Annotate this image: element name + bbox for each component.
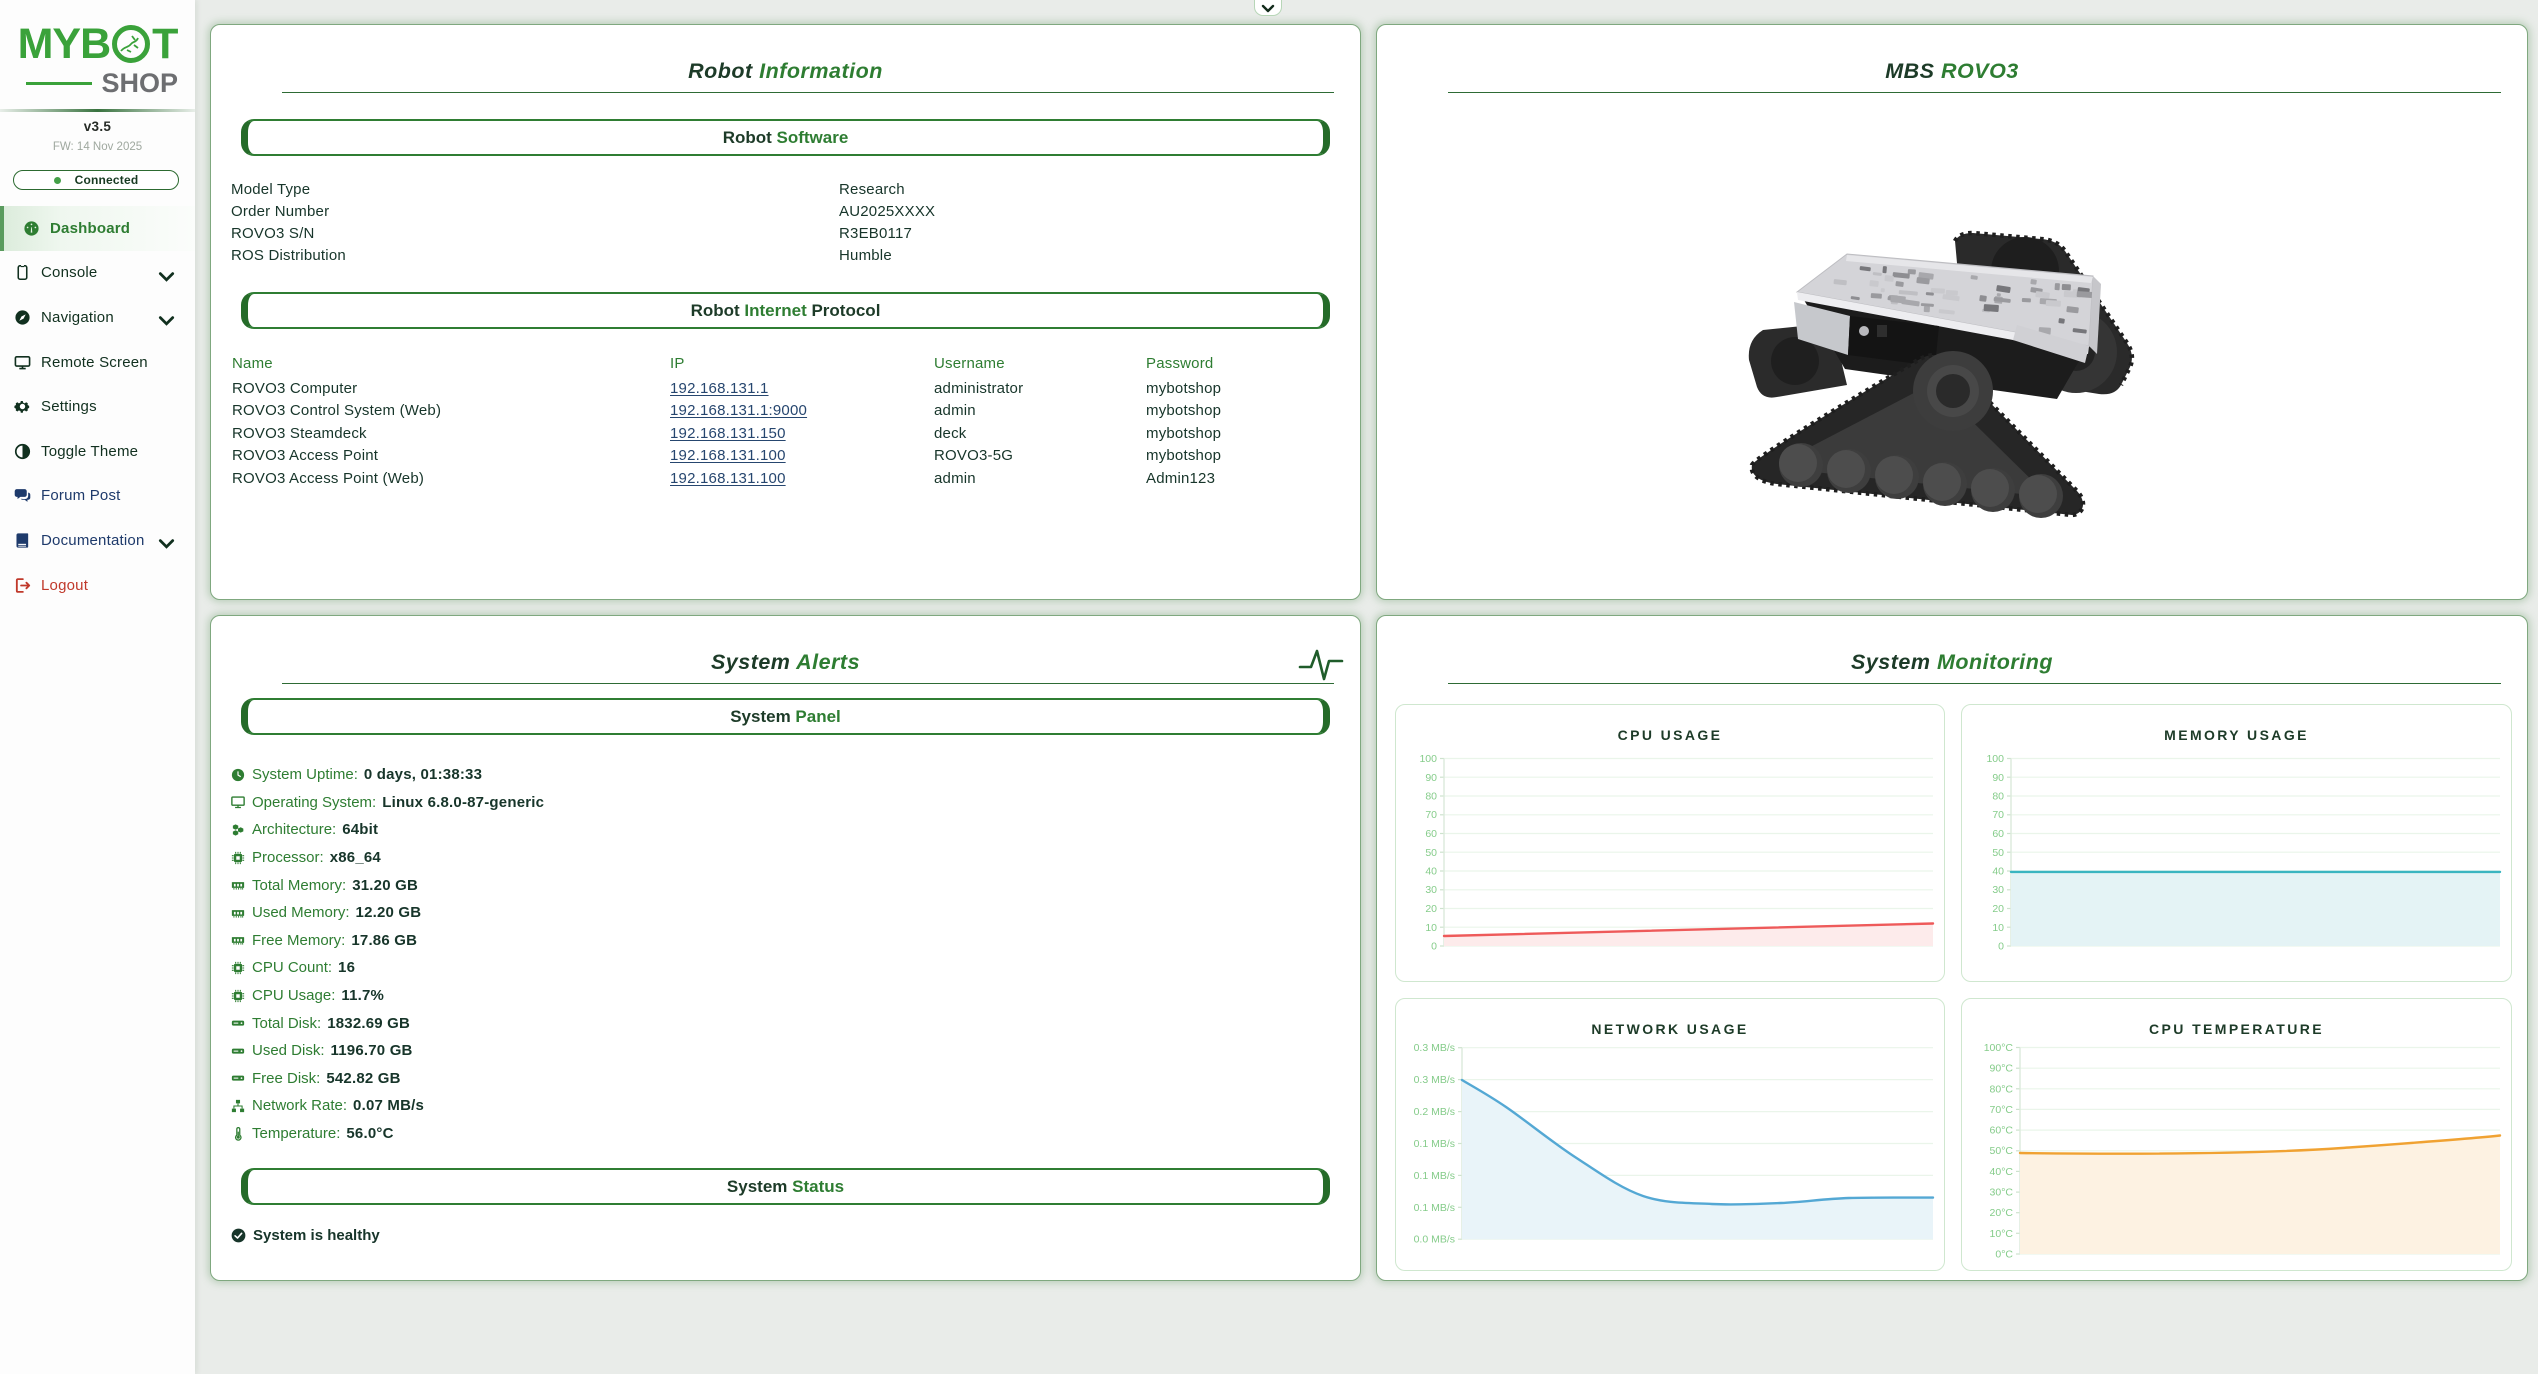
svg-text:60: 60 (1425, 828, 1437, 840)
svg-text:20°C: 20°C (1990, 1207, 2014, 1219)
svg-text:100°C: 100°C (1984, 1042, 2014, 1054)
svg-text:50: 50 (1425, 847, 1437, 859)
svg-text:50°C: 50°C (1990, 1145, 2014, 1157)
svg-text:20: 20 (1425, 903, 1437, 915)
svg-text:100: 100 (1986, 753, 2004, 765)
svg-text:0.1 MB/s: 0.1 MB/s (1414, 1138, 1455, 1150)
svg-text:0.1 MB/s: 0.1 MB/s (1414, 1170, 1455, 1182)
svg-text:70°C: 70°C (1990, 1104, 2014, 1116)
svg-text:50: 50 (1992, 847, 2004, 859)
svg-text:80°C: 80°C (1990, 1083, 2014, 1095)
svg-text:0.0 MB/s: 0.0 MB/s (1414, 1234, 1455, 1246)
svg-text:60: 60 (1992, 828, 2004, 840)
svg-text:60°C: 60°C (1990, 1125, 2014, 1137)
svg-text:90: 90 (1425, 772, 1437, 784)
svg-text:40: 40 (1425, 866, 1437, 878)
svg-text:80: 80 (1425, 791, 1437, 803)
svg-text:40°C: 40°C (1990, 1166, 2014, 1178)
svg-text:10: 10 (1425, 922, 1437, 934)
svg-text:90°C: 90°C (1990, 1063, 2014, 1075)
svg-text:10: 10 (1992, 922, 2004, 934)
svg-text:70: 70 (1992, 809, 2004, 821)
svg-text:30°C: 30°C (1990, 1187, 2014, 1199)
svg-text:0: 0 (1998, 941, 2004, 953)
svg-text:0.3 MB/s: 0.3 MB/s (1414, 1074, 1455, 1086)
svg-text:0°C: 0°C (1995, 1249, 2013, 1261)
svg-text:30: 30 (1992, 884, 2004, 896)
svg-text:30: 30 (1425, 884, 1437, 896)
svg-text:20: 20 (1992, 903, 2004, 915)
svg-text:70: 70 (1425, 809, 1437, 821)
svg-text:80: 80 (1992, 791, 2004, 803)
svg-text:40: 40 (1992, 866, 2004, 878)
svg-text:0: 0 (1431, 941, 1437, 953)
svg-text:10°C: 10°C (1990, 1228, 2014, 1240)
svg-text:0.3 MB/s: 0.3 MB/s (1414, 1042, 1455, 1054)
svg-text:0.2 MB/s: 0.2 MB/s (1414, 1106, 1455, 1118)
svg-text:0.1 MB/s: 0.1 MB/s (1414, 1202, 1455, 1214)
svg-text:90: 90 (1992, 772, 2004, 784)
svg-text:100: 100 (1419, 753, 1437, 765)
